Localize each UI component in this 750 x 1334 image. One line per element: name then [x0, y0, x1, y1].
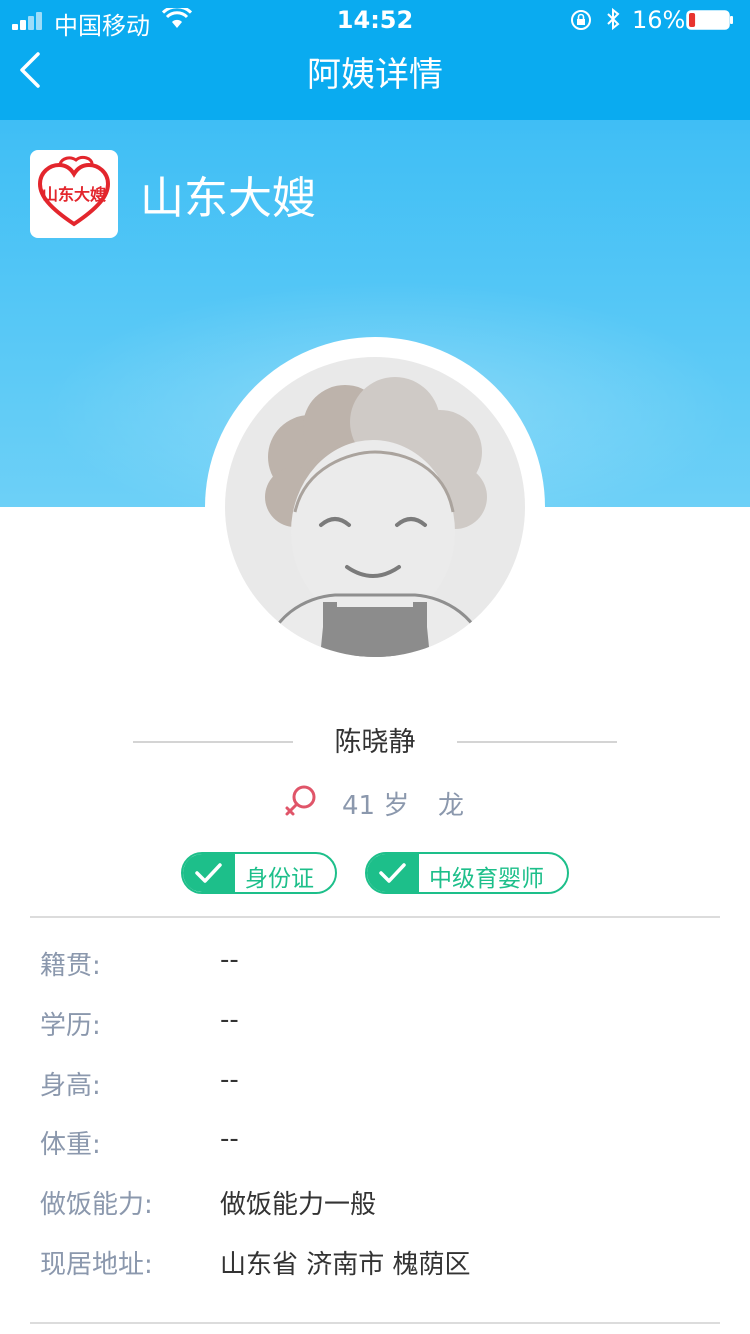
detail-label: 学历:	[40, 1011, 101, 1041]
battery-icon	[686, 10, 733, 30]
brand-logo: 山东大嫂	[30, 150, 118, 238]
detail-value: 山东省 济南市 槐荫区	[220, 1250, 471, 1280]
auntie-avatar-icon	[263, 377, 489, 657]
detail-value: --	[220, 945, 239, 975]
page-title: 阿姨详情	[307, 55, 443, 95]
battery-percentage: 16%	[632, 6, 686, 34]
female-icon	[285, 785, 316, 816]
check-icon	[367, 854, 419, 892]
nanny-name: 陈晓静	[334, 727, 416, 758]
detail-value: 做饭能力一般	[220, 1190, 377, 1220]
badge-label: 中级育婴师	[429, 866, 544, 892]
navigation-bar: 中国移动 14:52 16% 阿姨详情	[0, 0, 750, 120]
status-bar: 中国移动 14:52 16%	[0, 0, 750, 40]
age: 41 岁	[342, 791, 410, 821]
bottom-divider	[30, 1322, 720, 1324]
section-divider	[30, 916, 720, 918]
detail-label: 籍贯:	[40, 951, 101, 981]
brand-name: 山东大嫂	[140, 173, 316, 224]
detail-label: 体重:	[40, 1130, 101, 1160]
avatar	[225, 357, 525, 657]
orientation-lock-icon	[571, 10, 591, 30]
detail-label: 现居地址:	[40, 1250, 153, 1280]
detail-value: --	[220, 1124, 239, 1154]
svg-text:山东大嫂: 山东大嫂	[42, 185, 107, 204]
detail-label: 身高:	[40, 1071, 101, 1101]
badge-childcare-certificate: 中级育婴师	[365, 852, 569, 894]
zodiac: 龙	[438, 791, 465, 821]
detail-value: --	[220, 1005, 239, 1035]
detail-value: --	[220, 1065, 239, 1095]
badge-id-card: 身份证	[181, 852, 337, 894]
badge-label: 身份证	[245, 866, 314, 892]
check-icon	[183, 854, 235, 892]
heart-logo-icon: 山东大嫂	[37, 155, 111, 227]
bluetooth-icon	[607, 7, 620, 31]
detail-label: 做饭能力:	[40, 1190, 153, 1220]
